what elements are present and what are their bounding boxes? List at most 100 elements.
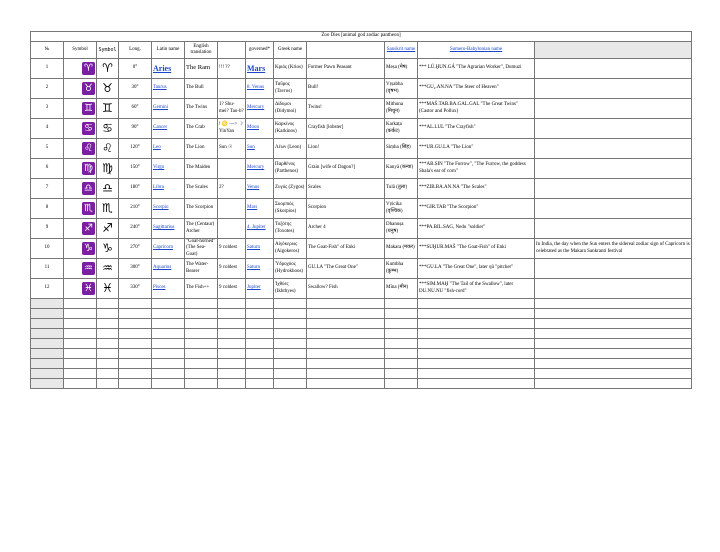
empty-cell[interactable] — [63, 318, 97, 329]
empty-cell[interactable] — [384, 338, 418, 349]
empty-cell[interactable] — [63, 308, 97, 319]
empty-cell[interactable] — [384, 368, 418, 379]
empty-cell[interactable] — [306, 378, 385, 389]
empty-cell[interactable] — [533, 368, 693, 379]
empty-cell[interactable] — [184, 348, 218, 359]
empty-cell[interactable] — [30, 298, 64, 309]
empty-cell[interactable] — [245, 338, 274, 349]
empty-cell[interactable] — [63, 358, 97, 369]
empty-cell[interactable] — [63, 348, 97, 359]
empty-cell[interactable] — [96, 338, 119, 349]
empty-cell[interactable] — [217, 308, 246, 319]
empty-cell[interactable] — [533, 308, 693, 319]
empty-cell[interactable] — [63, 378, 97, 389]
empty-cell[interactable] — [217, 358, 246, 369]
empty-cell[interactable] — [118, 318, 152, 329]
empty-cell[interactable] — [417, 368, 535, 379]
cell-governed[interactable]: Saturn — [245, 258, 274, 279]
empty-cell[interactable] — [217, 368, 246, 379]
header-sanskrit-name[interactable]: Sanskrit name — [384, 41, 418, 59]
empty-cell[interactable] — [273, 358, 307, 369]
cell-latin-name[interactable]: Aquarius — [151, 258, 185, 279]
empty-cell[interactable] — [151, 358, 185, 369]
empty-cell[interactable] — [306, 348, 385, 359]
empty-cell[interactable] — [417, 348, 535, 359]
cell-governed[interactable]: Mars — [245, 198, 274, 219]
empty-cell[interactable] — [96, 368, 119, 379]
empty-cell[interactable] — [417, 318, 535, 329]
empty-cell[interactable] — [306, 298, 385, 309]
cell-latin-name[interactable]: Libra — [151, 178, 185, 199]
empty-cell[interactable] — [184, 378, 218, 389]
empty-cell[interactable] — [384, 318, 418, 329]
cell-governed[interactable]: Jupiter — [245, 278, 274, 299]
cell-latin-name[interactable]: Leo — [151, 138, 185, 159]
empty-cell[interactable] — [384, 348, 418, 359]
empty-cell[interactable] — [306, 318, 385, 329]
empty-cell[interactable] — [118, 348, 152, 359]
cell-latin-name[interactable]: Cancer — [151, 118, 185, 139]
empty-cell[interactable] — [533, 348, 693, 359]
empty-cell[interactable] — [533, 358, 693, 369]
empty-cell[interactable] — [30, 338, 64, 349]
empty-cell[interactable] — [273, 328, 307, 339]
empty-cell[interactable] — [306, 358, 385, 369]
empty-cell[interactable] — [184, 298, 218, 309]
empty-cell[interactable] — [384, 308, 418, 319]
empty-cell[interactable] — [151, 378, 185, 389]
empty-cell[interactable] — [30, 358, 64, 369]
empty-cell[interactable] — [384, 298, 418, 309]
empty-cell[interactable] — [384, 358, 418, 369]
cell-governed[interactable]: Mars — [245, 58, 274, 79]
empty-cell[interactable] — [245, 368, 274, 379]
empty-cell[interactable] — [63, 338, 97, 349]
empty-cell[interactable] — [151, 318, 185, 329]
empty-cell[interactable] — [118, 358, 152, 369]
empty-cell[interactable] — [217, 378, 246, 389]
empty-cell[interactable] — [306, 328, 385, 339]
empty-cell[interactable] — [118, 298, 152, 309]
empty-cell[interactable] — [184, 328, 218, 339]
empty-cell[interactable] — [217, 338, 246, 349]
cell-governed[interactable]: Venus — [245, 178, 274, 199]
empty-cell[interactable] — [245, 308, 274, 319]
cell-governed[interactable]: Mercury — [245, 98, 274, 119]
empty-cell[interactable] — [245, 358, 274, 369]
empty-cell[interactable] — [96, 308, 119, 319]
empty-cell[interactable] — [63, 328, 97, 339]
cell-governed[interactable]: 4. Jupiter — [245, 218, 274, 239]
empty-cell[interactable] — [273, 298, 307, 309]
empty-cell[interactable] — [96, 328, 119, 339]
empty-cell[interactable] — [217, 298, 246, 309]
empty-cell[interactable] — [533, 318, 693, 329]
empty-cell[interactable] — [417, 378, 535, 389]
empty-cell[interactable] — [30, 328, 64, 339]
empty-cell[interactable] — [118, 368, 152, 379]
empty-cell[interactable] — [151, 338, 185, 349]
empty-cell[interactable] — [63, 368, 97, 379]
empty-cell[interactable] — [118, 308, 152, 319]
empty-cell[interactable] — [184, 318, 218, 329]
empty-cell[interactable] — [96, 348, 119, 359]
empty-cell[interactable] — [217, 318, 246, 329]
empty-cell[interactable] — [118, 378, 152, 389]
empty-cell[interactable] — [96, 358, 119, 369]
empty-cell[interactable] — [118, 338, 152, 349]
empty-cell[interactable] — [184, 368, 218, 379]
empty-cell[interactable] — [417, 358, 535, 369]
empty-cell[interactable] — [63, 298, 97, 309]
empty-cell[interactable] — [30, 348, 64, 359]
empty-cell[interactable] — [96, 298, 119, 309]
cell-latin-name[interactable]: Sagittarius — [151, 218, 185, 239]
cell-latin-name[interactable]: Taurus — [151, 78, 185, 99]
empty-cell[interactable] — [30, 368, 64, 379]
empty-cell[interactable] — [533, 338, 693, 349]
cell-governed[interactable]: Moon — [245, 118, 274, 139]
cell-governed[interactable]: 8. Venus — [245, 78, 274, 99]
empty-cell[interactable] — [245, 348, 274, 359]
empty-cell[interactable] — [533, 328, 693, 339]
cell-latin-name[interactable]: Aries — [151, 58, 185, 79]
empty-cell[interactable] — [245, 328, 274, 339]
empty-cell[interactable] — [273, 338, 307, 349]
cell-latin-name[interactable]: Scorpio — [151, 198, 185, 219]
